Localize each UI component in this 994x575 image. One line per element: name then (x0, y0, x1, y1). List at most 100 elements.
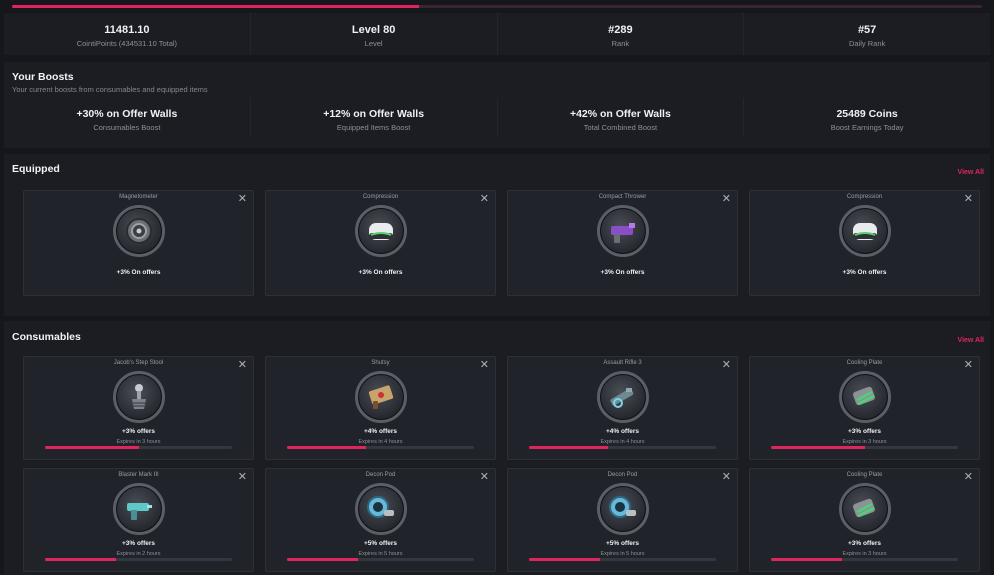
close-icon[interactable]: ✕ (722, 360, 731, 371)
magnetometer-icon (112, 205, 165, 257)
item-expiry: Expires in 4 hours (358, 439, 403, 445)
item-name: Decon Pod (607, 472, 638, 478)
item-bonus: +3% On offers (116, 269, 161, 276)
time-remaining-bar (45, 558, 232, 561)
consumable-card[interactable]: Cooling Plate ✕ +3% offers Expires in 3 hou… (749, 356, 980, 460)
item-expiry: Expires in 3 hours (842, 439, 887, 445)
item-bonus: +3% offers (121, 540, 156, 547)
item-bonus: +4% offers (605, 428, 640, 435)
boost-consumables: +30% on Offer Walls Consumables Boost (4, 98, 251, 136)
boosts-panel: Your Boosts Your current boosts from con… (4, 62, 990, 148)
time-remaining-fill (529, 558, 601, 561)
stat-value: Level 80 (351, 24, 396, 36)
close-icon[interactable]: ✕ (722, 194, 731, 205)
item-name: Cooling Plate (846, 472, 883, 478)
consumable-card[interactable]: Decon Pod ✕ +5% offers Expires in 5 hours (507, 468, 738, 572)
close-icon[interactable]: ✕ (480, 194, 489, 205)
close-icon[interactable]: ✕ (480, 360, 489, 371)
time-remaining-bar (287, 446, 474, 449)
item-name: Decon Pod (365, 472, 396, 478)
time-remaining-bar (529, 558, 716, 561)
item-bonus: +3% offers (847, 540, 882, 547)
equipped-grid: Magnetometer ✕ +3% On offers Compression ✕ +3… (23, 190, 980, 296)
equipped-item-card[interactable]: Compression ✕ +3% On offers (749, 190, 980, 296)
stat-points: 11481.10 CointiPoints (434531.10 Total) (4, 13, 251, 55)
boost-value: +12% on Offer Walls (323, 108, 425, 120)
item-bonus: +3% On offers (842, 269, 887, 276)
boost-value: +42% on Offer Walls (569, 108, 671, 120)
level-progress-bar (12, 5, 982, 8)
close-icon[interactable]: ✕ (964, 472, 973, 483)
consumable-card[interactable]: Decon Pod ✕ +5% offers Expires in 5 hours (265, 468, 496, 572)
consumables-view-all-link[interactable]: View All (958, 337, 984, 344)
consumable-card[interactable]: Cooling Plate ✕ +3% offers Expires in 3 hou… (749, 468, 980, 572)
boost-earnings: 25489 Coins Boost Earnings Today (744, 98, 990, 136)
time-remaining-fill (287, 446, 366, 449)
time-remaining-fill (771, 446, 865, 449)
item-bonus: +4% offers (363, 428, 398, 435)
close-icon[interactable]: ✕ (238, 360, 247, 371)
consumables-title: Consumables (12, 331, 81, 343)
compression-icon (838, 205, 891, 257)
boost-value: +30% on Offer Walls (76, 108, 178, 120)
item-name: Shutsy (371, 360, 390, 366)
close-icon[interactable]: ✕ (964, 194, 973, 205)
stat-daily-rank: #57 Daily Rank (744, 13, 990, 55)
time-remaining-fill (529, 446, 608, 449)
equipped-panel: Equipped View All Magnetometer ✕ +3% On of… (4, 154, 990, 316)
decon-pod-icon (596, 483, 649, 535)
time-remaining-fill (45, 446, 139, 449)
consumable-card[interactable]: Blaster Mark III ✕ +3% offers Expires in 2 … (23, 468, 254, 572)
consumables-grid: Jacob's Step Stool ✕ +3% offers Expires in … (23, 356, 980, 572)
item-name: Jacob's Step Stool (113, 360, 164, 366)
close-icon[interactable]: ✕ (964, 360, 973, 371)
item-expiry: Expires in 4 hours (600, 439, 645, 445)
equipped-item-card[interactable]: Compression ✕ +3% On offers (265, 190, 496, 296)
equipped-item-card[interactable]: Magnetometer ✕ +3% On offers (23, 190, 254, 296)
close-icon[interactable]: ✕ (238, 194, 247, 205)
level-progress-fill (12, 5, 420, 8)
item-name: Assault Rifle 3 (603, 360, 642, 366)
boost-label: Consumables Boost (93, 123, 161, 132)
boost-label: Boost Earnings Today (830, 123, 904, 132)
close-icon[interactable]: ✕ (722, 472, 731, 483)
boost-label: Equipped Items Boost (336, 123, 411, 132)
time-remaining-bar (771, 446, 958, 449)
stat-value: 11481.10 (104, 24, 150, 36)
stat-value: #57 (857, 24, 877, 36)
equipped-item-card[interactable]: Compact Thrower ✕ +3% On offers (507, 190, 738, 296)
time-remaining-bar (45, 446, 232, 449)
boosts-subtitle: Your current boosts from consumables and… (12, 85, 208, 94)
time-remaining-bar (287, 558, 474, 561)
item-expiry: Expires in 5 hours (358, 551, 403, 557)
item-name: Compact Thrower (598, 194, 647, 200)
time-remaining-bar (529, 446, 716, 449)
time-remaining-fill (287, 558, 359, 561)
item-name: Magnetometer (119, 194, 158, 200)
close-icon[interactable]: ✕ (480, 472, 489, 483)
stats-bar: 11481.10 CointiPoints (434531.10 Total) … (4, 13, 990, 55)
stat-level: Level 80 Level (251, 13, 498, 55)
item-bonus: +3% offers (847, 428, 882, 435)
item-bonus: +5% offers (605, 540, 640, 547)
equipped-title: Equipped (12, 163, 60, 175)
close-icon[interactable]: ✕ (238, 472, 247, 483)
consumable-card[interactable]: Assault Rifle 3 ✕ +4% offers Expires in 4 h… (507, 356, 738, 460)
stat-rank: #289 Rank (498, 13, 745, 55)
item-bonus: +3% On offers (358, 269, 403, 276)
consumable-card[interactable]: Jacob's Step Stool ✕ +3% offers Expires in … (23, 356, 254, 460)
item-name: Cooling Plate (846, 360, 883, 366)
equipped-view-all-link[interactable]: View All (958, 169, 984, 176)
consumable-card[interactable]: Shutsy ✕ +4% offers Expires in 4 hours (265, 356, 496, 460)
boost-value: 25489 Coins (836, 108, 898, 120)
cooling-plate-icon (838, 371, 891, 423)
item-name: Blaster Mark III (118, 472, 159, 478)
boost-total: +42% on Offer Walls Total Combined Boost (498, 98, 745, 136)
stat-value: #289 (608, 24, 633, 36)
boost-equipped: +12% on Offer Walls Equipped Items Boost (251, 98, 498, 136)
item-bonus: +3% On offers (600, 269, 645, 276)
time-remaining-bar (771, 558, 958, 561)
shutsy-icon (354, 371, 407, 423)
time-remaining-fill (45, 558, 117, 561)
stat-label: Level (364, 39, 383, 48)
